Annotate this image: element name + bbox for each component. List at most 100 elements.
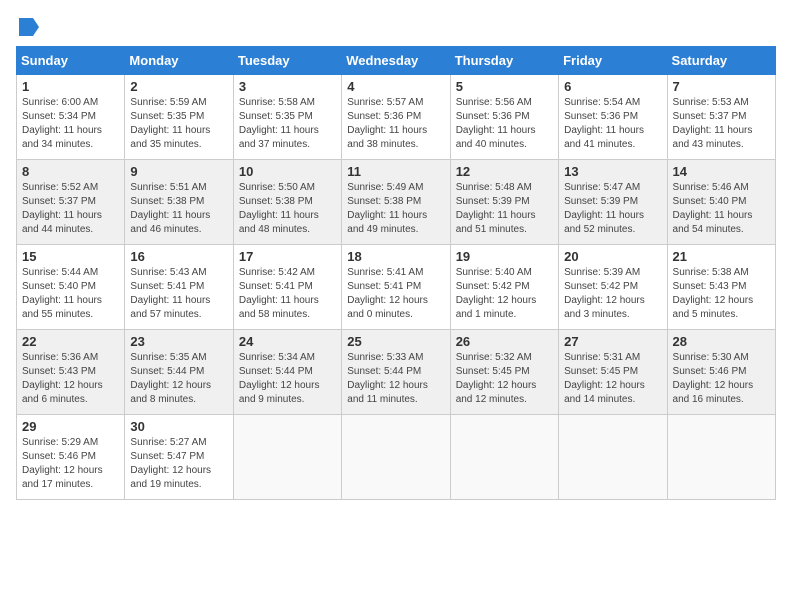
calendar-day-cell: 15 Sunrise: 5:44 AM Sunset: 5:40 PM Dayli…	[17, 245, 125, 330]
calendar-day-cell: 16 Sunrise: 5:43 AM Sunset: 5:41 PM Dayli…	[125, 245, 233, 330]
calendar-day-cell	[559, 415, 667, 500]
day-info: Sunrise: 5:32 AM Sunset: 5:45 PM Dayligh…	[456, 351, 553, 407]
calendar-day-header: Saturday	[667, 47, 775, 75]
day-info: Sunrise: 5:35 AM Sunset: 5:44 PM Dayligh…	[130, 351, 227, 407]
day-info: Sunrise: 5:56 AM Sunset: 5:36 PM Dayligh…	[456, 96, 553, 152]
calendar-day-cell: 22Sunrise: 5:36 AM Sunset: 5:43 PM Dayli…	[17, 330, 125, 415]
day-info: Sunrise: 5:43 AM Sunset: 5:41 PM Dayligh…	[130, 266, 227, 322]
calendar-day-cell: 9 Sunrise: 5:51 AM Sunset: 5:38 PM Daylig…	[125, 160, 233, 245]
calendar-week-row: 8 Sunrise: 5:52 AM Sunset: 5:37 PM Daylig…	[17, 160, 776, 245]
calendar-day-header: Friday	[559, 47, 667, 75]
calendar-day-cell: 3 Sunrise: 5:58 AM Sunset: 5:35 PM Daylig…	[233, 75, 341, 160]
day-number: 16	[130, 249, 227, 264]
calendar-day-cell: 18Sunrise: 5:41 AM Sunset: 5:41 PM Dayli…	[342, 245, 450, 330]
calendar-day-cell: 24 Sunrise: 5:34 AM Sunset: 5:44 PM Dayli…	[233, 330, 341, 415]
calendar-day-cell	[450, 415, 558, 500]
day-info: Sunrise: 5:44 AM Sunset: 5:40 PM Dayligh…	[22, 266, 119, 322]
calendar-day-header: Tuesday	[233, 47, 341, 75]
day-info: Sunrise: 5:40 AM Sunset: 5:42 PM Dayligh…	[456, 266, 553, 322]
day-info: Sunrise: 5:51 AM Sunset: 5:38 PM Dayligh…	[130, 181, 227, 237]
day-number: 15	[22, 249, 119, 264]
day-info: Sunrise: 5:30 AM Sunset: 5:46 PM Dayligh…	[673, 351, 770, 407]
day-number: 24	[239, 334, 336, 349]
calendar-day-cell: 5 Sunrise: 5:56 AM Sunset: 5:36 PM Daylig…	[450, 75, 558, 160]
calendar-day-cell: 25 Sunrise: 5:33 AM Sunset: 5:44 PM Dayli…	[342, 330, 450, 415]
day-info: Sunrise: 6:00 AM Sunset: 5:34 PM Dayligh…	[22, 96, 119, 152]
calendar-day-cell: 23 Sunrise: 5:35 AM Sunset: 5:44 PM Dayli…	[125, 330, 233, 415]
day-number: 5	[456, 79, 553, 94]
day-number: 3	[239, 79, 336, 94]
calendar-day-cell: 28 Sunrise: 5:30 AM Sunset: 5:46 PM Dayli…	[667, 330, 775, 415]
day-number: 26	[456, 334, 553, 349]
calendar-day-header: Monday	[125, 47, 233, 75]
calendar-day-cell: 17Sunrise: 5:42 AM Sunset: 5:41 PM Dayli…	[233, 245, 341, 330]
day-number: 20	[564, 249, 661, 264]
day-number: 7	[673, 79, 770, 94]
day-info: Sunrise: 5:39 AM Sunset: 5:42 PM Dayligh…	[564, 266, 661, 322]
calendar-week-row: 15 Sunrise: 5:44 AM Sunset: 5:40 PM Dayli…	[17, 245, 776, 330]
day-number: 8	[22, 164, 119, 179]
day-number: 30	[130, 419, 227, 434]
day-info: Sunrise: 5:27 AM Sunset: 5:47 PM Dayligh…	[130, 436, 227, 492]
day-info: Sunrise: 5:38 AM Sunset: 5:43 PM Dayligh…	[673, 266, 770, 322]
day-number: 28	[673, 334, 770, 349]
calendar-day-cell: 27 Sunrise: 5:31 AM Sunset: 5:45 PM Dayli…	[559, 330, 667, 415]
day-number: 10	[239, 164, 336, 179]
calendar-day-cell: 14 Sunrise: 5:46 AM Sunset: 5:40 PM Dayli…	[667, 160, 775, 245]
day-info: Sunrise: 5:50 AM Sunset: 5:38 PM Dayligh…	[239, 181, 336, 237]
calendar-day-cell: 19 Sunrise: 5:40 AM Sunset: 5:42 PM Dayli…	[450, 245, 558, 330]
day-info: Sunrise: 5:57 AM Sunset: 5:36 PM Dayligh…	[347, 96, 444, 152]
calendar-day-cell	[233, 415, 341, 500]
day-number: 19	[456, 249, 553, 264]
calendar-day-cell: 26 Sunrise: 5:32 AM Sunset: 5:45 PM Dayli…	[450, 330, 558, 415]
day-info: Sunrise: 5:49 AM Sunset: 5:38 PM Dayligh…	[347, 181, 444, 237]
day-number: 21	[673, 249, 770, 264]
day-info: Sunrise: 5:54 AM Sunset: 5:36 PM Dayligh…	[564, 96, 661, 152]
calendar-day-cell: 30 Sunrise: 5:27 AM Sunset: 5:47 PM Dayli…	[125, 415, 233, 500]
day-info: Sunrise: 5:29 AM Sunset: 5:46 PM Dayligh…	[22, 436, 119, 492]
day-number: 11	[347, 164, 444, 179]
day-number: 4	[347, 79, 444, 94]
calendar-day-cell: 7 Sunrise: 5:53 AM Sunset: 5:37 PM Daylig…	[667, 75, 775, 160]
calendar-day-cell	[342, 415, 450, 500]
day-info: Sunrise: 5:48 AM Sunset: 5:39 PM Dayligh…	[456, 181, 553, 237]
calendar-day-cell: 8 Sunrise: 5:52 AM Sunset: 5:37 PM Daylig…	[17, 160, 125, 245]
day-number: 1	[22, 79, 119, 94]
day-number: 27	[564, 334, 661, 349]
day-info: Sunrise: 5:31 AM Sunset: 5:45 PM Dayligh…	[564, 351, 661, 407]
day-info: Sunrise: 5:47 AM Sunset: 5:39 PM Dayligh…	[564, 181, 661, 237]
calendar-week-row: 1 Sunrise: 6:00 AM Sunset: 5:34 PM Daylig…	[17, 75, 776, 160]
calendar-day-cell: 12 Sunrise: 5:48 AM Sunset: 5:39 PM Dayli…	[450, 160, 558, 245]
day-number: 2	[130, 79, 227, 94]
calendar-day-cell: 29 Sunrise: 5:29 AM Sunset: 5:46 PM Dayli…	[17, 415, 125, 500]
day-info: Sunrise: 5:58 AM Sunset: 5:35 PM Dayligh…	[239, 96, 336, 152]
day-info: Sunrise: 5:46 AM Sunset: 5:40 PM Dayligh…	[673, 181, 770, 237]
calendar-day-cell: 21 Sunrise: 5:38 AM Sunset: 5:43 PM Dayli…	[667, 245, 775, 330]
day-info: Sunrise: 5:33 AM Sunset: 5:44 PM Dayligh…	[347, 351, 444, 407]
calendar-day-header: Sunday	[17, 47, 125, 75]
calendar-week-row: 22Sunrise: 5:36 AM Sunset: 5:43 PM Dayli…	[17, 330, 776, 415]
day-number: 14	[673, 164, 770, 179]
calendar-day-cell: 4 Sunrise: 5:57 AM Sunset: 5:36 PM Daylig…	[342, 75, 450, 160]
day-number: 13	[564, 164, 661, 179]
page-header	[16, 16, 776, 34]
calendar-day-cell	[667, 415, 775, 500]
day-number: 23	[130, 334, 227, 349]
calendar-day-header: Thursday	[450, 47, 558, 75]
day-info: Sunrise: 5:36 AM Sunset: 5:43 PM Dayligh…	[22, 351, 119, 407]
calendar-day-cell: 6Sunrise: 5:54 AM Sunset: 5:36 PM Daylig…	[559, 75, 667, 160]
day-number: 12	[456, 164, 553, 179]
day-info: Sunrise: 5:53 AM Sunset: 5:37 PM Dayligh…	[673, 96, 770, 152]
day-number: 9	[130, 164, 227, 179]
day-info: Sunrise: 5:41 AM Sunset: 5:41 PM Dayligh…	[347, 266, 444, 322]
day-number: 25	[347, 334, 444, 349]
day-number: 17	[239, 249, 336, 264]
logo-icon	[17, 16, 39, 38]
calendar-day-cell: 11 Sunrise: 5:49 AM Sunset: 5:38 PM Dayli…	[342, 160, 450, 245]
day-number: 29	[22, 419, 119, 434]
calendar-header-row: SundayMondayTuesdayWednesdayThursdayFrid…	[17, 47, 776, 75]
day-info: Sunrise: 5:52 AM Sunset: 5:37 PM Dayligh…	[22, 181, 119, 237]
day-info: Sunrise: 5:34 AM Sunset: 5:44 PM Dayligh…	[239, 351, 336, 407]
calendar-day-header: Wednesday	[342, 47, 450, 75]
calendar-day-cell: 2Sunrise: 5:59 AM Sunset: 5:35 PM Daylig…	[125, 75, 233, 160]
